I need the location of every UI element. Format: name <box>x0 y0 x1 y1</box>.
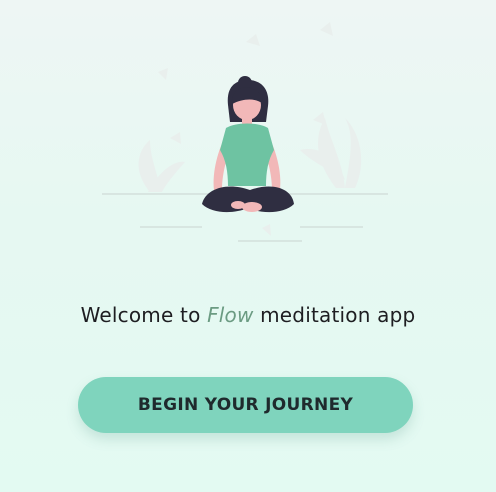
onboarding-screen: Welcome to Flow meditation app BEGIN YOU… <box>0 0 496 492</box>
welcome-suffix: meditation app <box>253 303 416 327</box>
welcome-message: Welcome to Flow meditation app <box>0 302 496 328</box>
meditation-illustration <box>102 22 388 242</box>
welcome-prefix: Welcome to <box>80 303 208 327</box>
begin-journey-button[interactable]: BEGIN YOUR JOURNEY <box>78 377 413 433</box>
meditating-person <box>202 76 294 213</box>
brand-name: Flow <box>207 303 254 327</box>
